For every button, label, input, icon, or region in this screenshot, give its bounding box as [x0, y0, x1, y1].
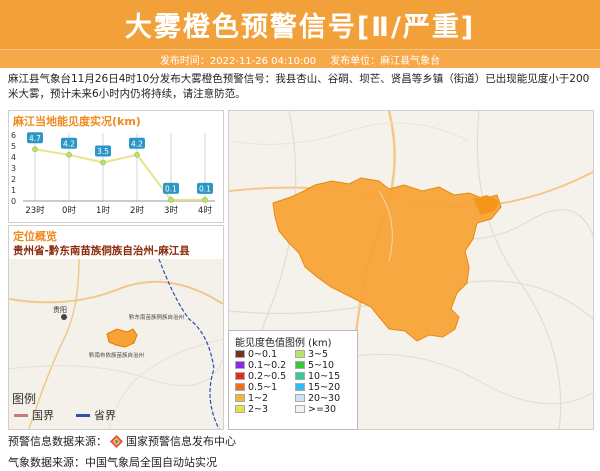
x-tick-label: 1时	[96, 205, 110, 216]
city-marker-icon	[61, 314, 67, 320]
legend-label: 3~5	[308, 348, 329, 360]
legend-label: 20~30	[308, 392, 341, 404]
legend-item: 5~10	[295, 359, 355, 371]
data-point	[134, 151, 140, 158]
y-tick-label: 6	[11, 131, 16, 140]
visibility-legend-title: 能见度色值图例 (km)	[235, 338, 332, 349]
legend-item: 0.1~0.2	[235, 359, 295, 371]
data-label: 3.5	[97, 147, 109, 156]
data-label: 4.2	[63, 139, 75, 148]
legend-label: 10~15	[308, 370, 341, 382]
warning-header: 大雾橙色预警信号[Ⅱ/严重]	[0, 0, 600, 49]
legend-swatch	[235, 372, 245, 380]
legend-item: 1~2	[235, 392, 295, 404]
warning-source-label: 预警信息数据来源：	[8, 435, 107, 448]
legend-swatch	[295, 350, 305, 358]
weather-source-line: 气象数据来源：中国气象局全国自动站实况	[8, 454, 217, 470]
national-border-swatch	[14, 413, 28, 417]
x-tick-label: 2时	[130, 205, 144, 216]
legend-item: 20~30	[295, 392, 355, 404]
publish-info-bar: 发布时间：2022-11-26 04:10:00 发布单位：麻江县气象台	[0, 49, 600, 68]
warning-center-name[interactable]: 国家预警信息发布中心	[126, 433, 236, 449]
legend-swatch	[235, 405, 245, 413]
warning-title: 大雾橙色预警信号[Ⅱ/严重]	[124, 12, 476, 43]
national-border-label: 国界	[32, 409, 54, 422]
legend-swatch	[235, 361, 245, 369]
warning-description: 麻江县气象台11月26日4时10分发布大雾橙色预警信号：我县杏山、谷硐、坝芒、贤…	[8, 73, 590, 100]
data-point	[32, 146, 38, 153]
legend-item: 15~20	[295, 381, 355, 393]
visibility-chart: 6 5 4 3 2 1 0 4.7 23时 4.2 0时 3.5 1时 4.2 2时 0.1 3时 0.1 4时	[11, 131, 215, 216]
x-tick-label: 0时	[62, 205, 76, 216]
legend-label: 0.2~0.5	[248, 370, 287, 382]
data-label: 0.1	[199, 184, 211, 193]
x-tick-label: 4时	[198, 205, 212, 216]
legend-label: 0~0.1	[248, 348, 278, 360]
legend-item: 3~5	[295, 348, 355, 360]
location-region: 贵州省-黔东南苗族侗族自治州-麻江县	[13, 245, 190, 257]
visibility-legend-grid: 0~0.1 3~5 0.1~0.2 5~10 0.2~0.5 10~15 0.5~1 15~2…	[235, 348, 355, 415]
legend-label: 15~20	[308, 381, 341, 393]
y-tick-label: 2	[11, 175, 16, 184]
legend-swatch	[295, 394, 305, 402]
legend-item: 10~15	[295, 370, 355, 382]
province-border-swatch	[76, 413, 90, 417]
x-tick-label: 23时	[25, 205, 45, 216]
location-panel: 定位概览 贵州省-黔东南苗族侗族自治州-麻江县 贵阳 黔东南苗族侗族自治州 黔南…	[8, 225, 224, 430]
visibility-panel: 麻江当地能见度实况(km) 6 5 4 3 2 1 0 4.7 23时 4.2 0时 3.5 1时 4.2…	[8, 110, 224, 223]
legend-swatch	[235, 394, 245, 402]
data-label: 4.7	[29, 134, 41, 143]
visibility-series-line	[34, 148, 205, 201]
legend-swatch	[235, 350, 245, 358]
data-label: 0.1	[165, 184, 177, 193]
legend-label: 0.5~1	[248, 381, 278, 393]
data-label: 4.2	[131, 139, 143, 148]
map-label-qiandongnan: 黔东南苗族侗族自治州	[129, 313, 184, 321]
legend-label: 1~2	[248, 392, 269, 404]
map-label-qiannan: 黔南布依族苗族自治州	[89, 351, 144, 359]
map-label-guiyang: 贵阳	[53, 305, 67, 314]
data-point	[66, 151, 72, 158]
publish-time: 发布时间：2022-11-26 04:10:00	[159, 55, 317, 67]
legend-item: 0~0.1	[235, 348, 295, 360]
warning-source-line: 预警信息数据来源： 国家预警信息发布中心	[8, 433, 236, 449]
legend-item: 0.5~1	[235, 381, 295, 393]
data-point	[100, 159, 106, 166]
y-tick-label: 4	[11, 153, 16, 162]
province-border-label: 省界	[94, 409, 116, 422]
legend-label: 0.1~0.2	[248, 359, 287, 371]
location-legend: 国界 省界	[14, 407, 116, 423]
warning-center-logo-icon	[110, 434, 123, 448]
legend-item: 0.2~0.5	[235, 370, 295, 382]
legend-swatch	[295, 361, 305, 369]
weather-source-label: 气象数据来源：中国气象局全国自动站实况	[8, 456, 217, 469]
y-tick-label: 1	[11, 186, 16, 195]
publish-unit: 发布单位：麻江县气象台	[330, 55, 441, 67]
legend-swatch	[235, 383, 245, 391]
y-tick-label: 3	[11, 164, 16, 173]
data-point	[168, 197, 174, 203]
legend-swatch	[295, 383, 305, 391]
y-tick-label: 0	[11, 197, 16, 206]
legend-item: 2~3	[235, 403, 295, 415]
legend-label: 5~10	[308, 359, 335, 371]
location-overview-map[interactable]: 贵阳 黔东南苗族侗族自治州 黔南布依族苗族自治州	[9, 259, 223, 429]
visibility-color-legend: 能见度色值图例 (km) 0~0.1 3~5 0.1~0.2 5~10 0.2~0.5 1…	[228, 330, 358, 430]
legend-item: >=30	[295, 403, 355, 415]
y-tick-label: 5	[11, 142, 16, 151]
x-tick-label: 3时	[164, 205, 178, 216]
location-legend-title: 图例	[12, 392, 37, 406]
legend-swatch	[295, 372, 305, 380]
data-point	[202, 197, 208, 203]
location-panel-title: 定位概览	[13, 230, 57, 243]
legend-label: >=30	[308, 403, 337, 415]
legend-label: 2~3	[248, 403, 269, 415]
legend-swatch	[295, 405, 305, 413]
